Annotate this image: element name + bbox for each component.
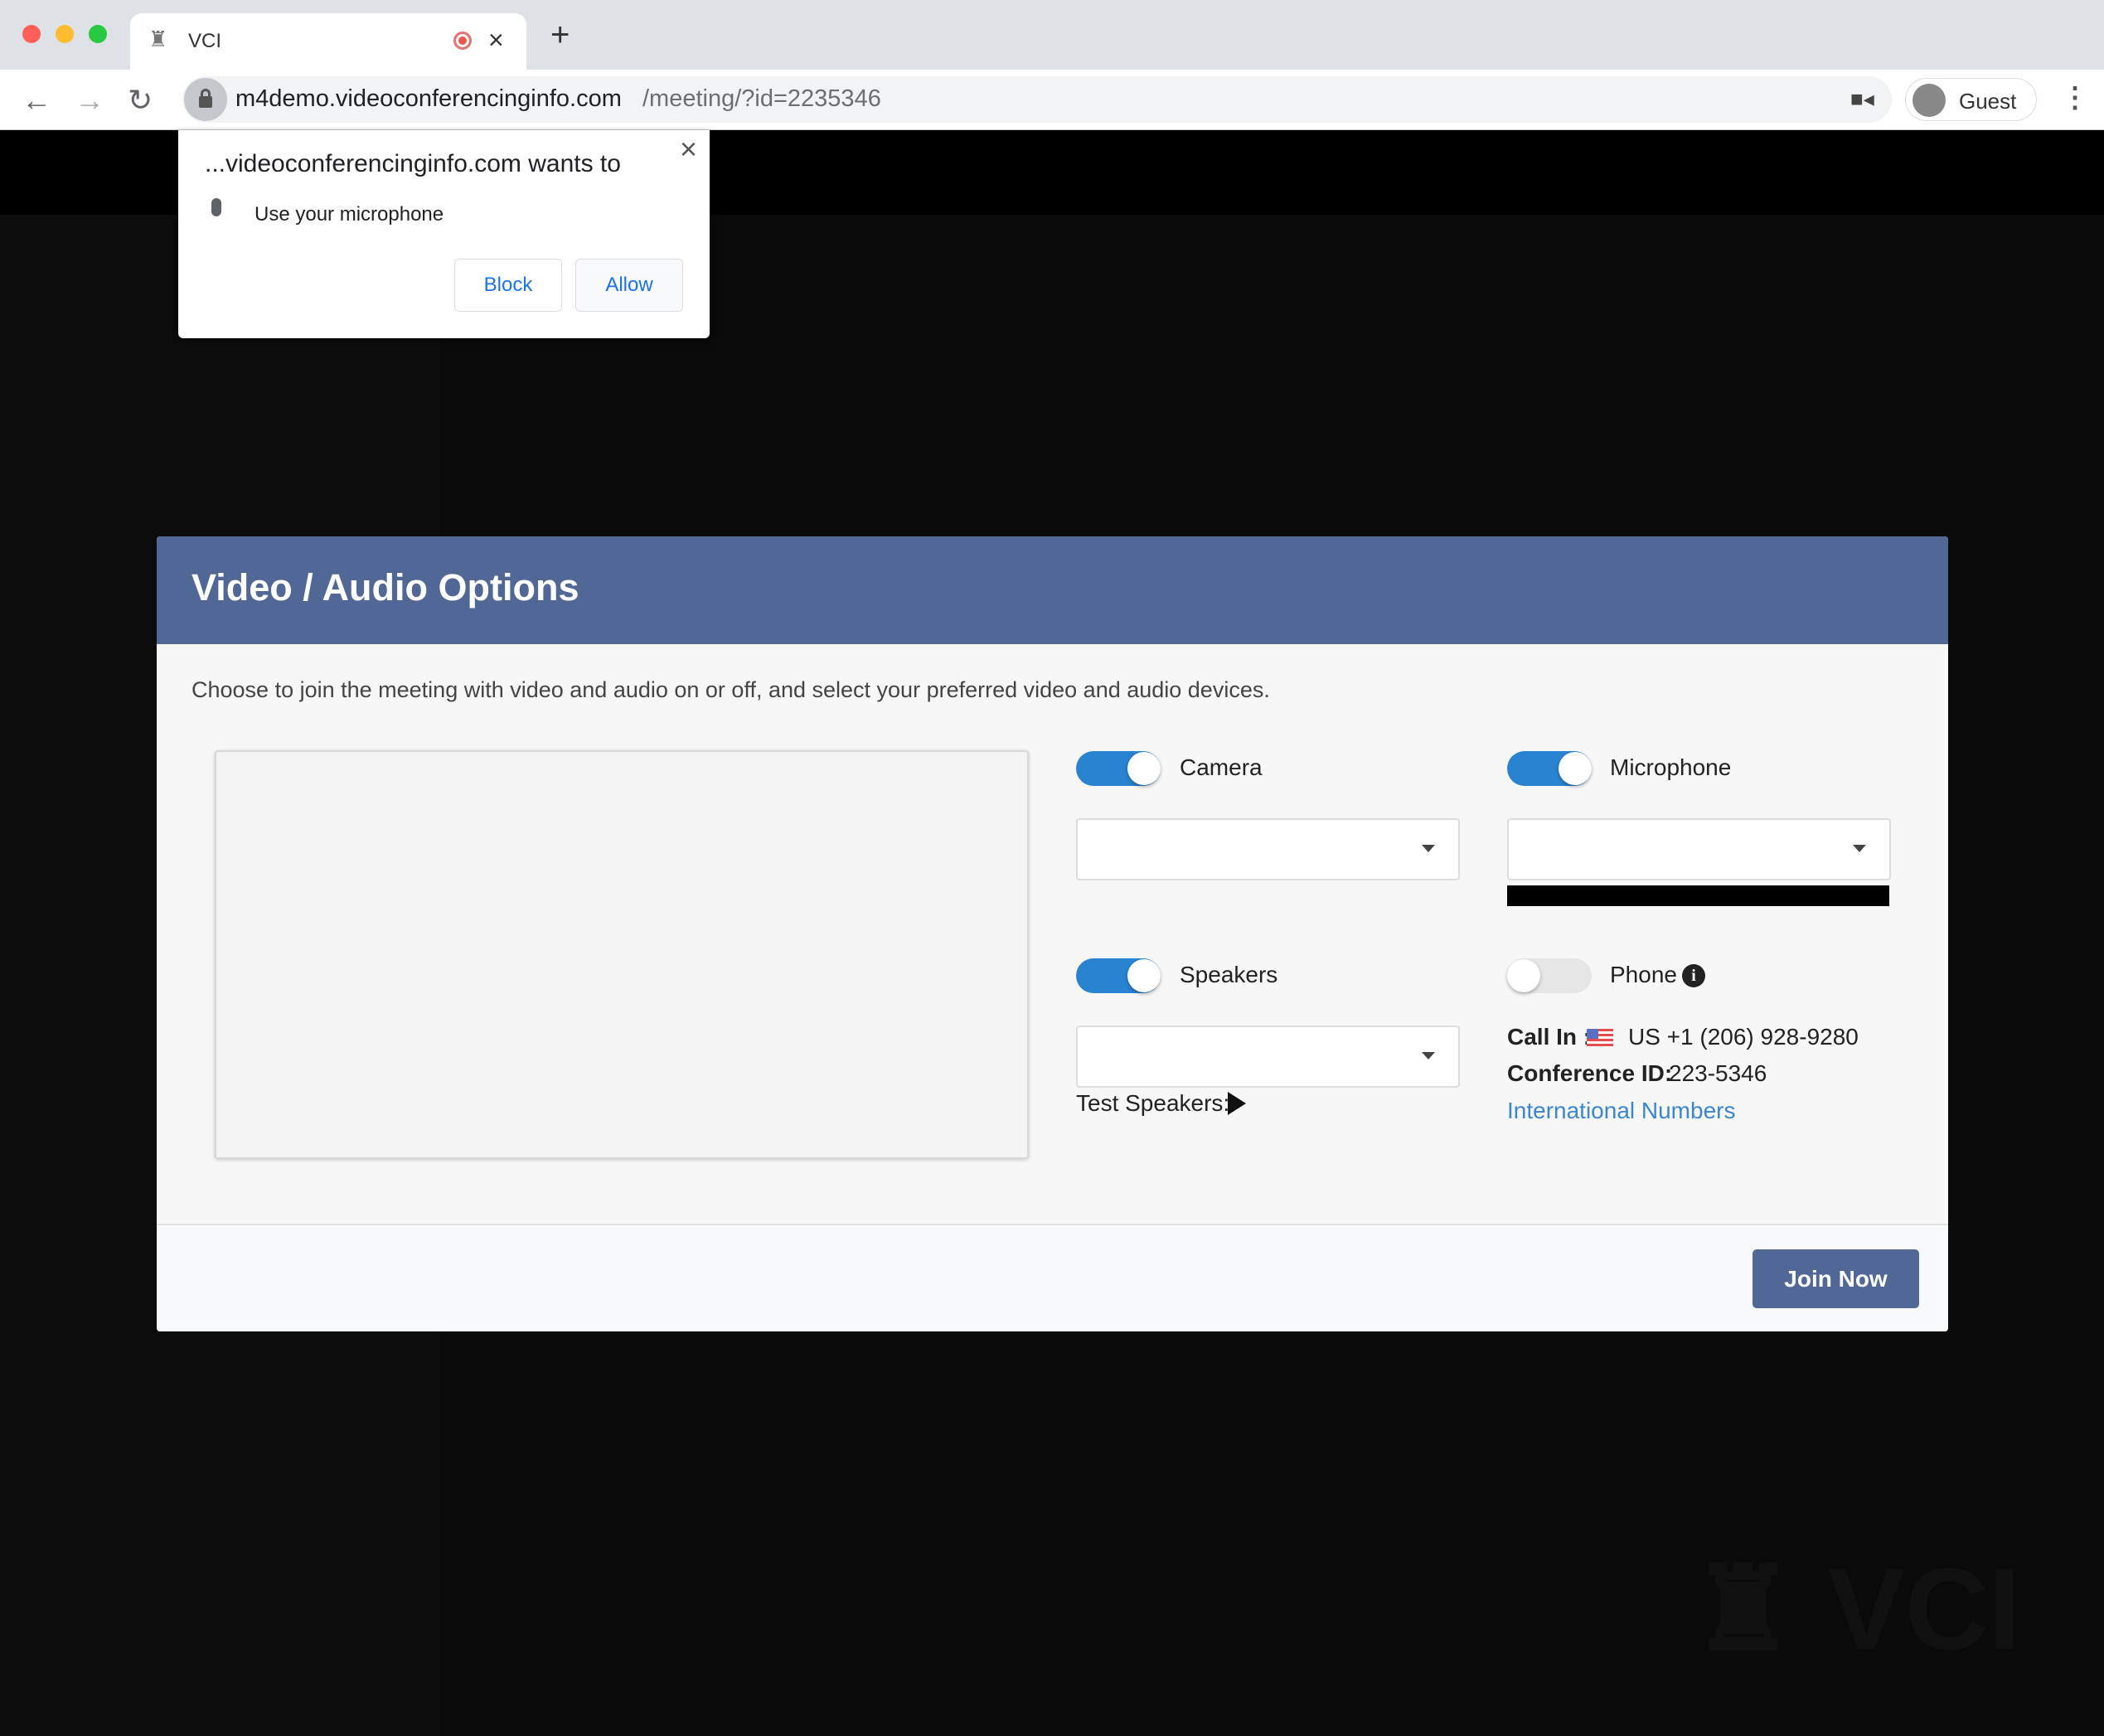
speakers-select[interactable]	[1076, 1026, 1460, 1088]
url-host: m4demo.videoconferencinginfo.com	[235, 85, 622, 112]
forward-icon[interactable]: →	[75, 83, 104, 118]
conference-id-label: Conference ID:	[1507, 1060, 1673, 1086]
camera-in-use-icon[interactable]: ■◂	[1850, 86, 1874, 112]
permission-request: Use your microphone	[255, 203, 444, 225]
info-icon[interactable]: i	[1682, 964, 1705, 987]
url-path: /meeting/?id=2235346	[642, 85, 881, 112]
window-minimize-button[interactable]	[56, 25, 74, 43]
chevron-down-icon	[1422, 1052, 1435, 1060]
browser-tab-bar: ♜ VCI × +	[0, 0, 2104, 70]
conference-id: 223-5346	[1669, 1060, 1767, 1086]
tab-title: VCI	[188, 30, 222, 52]
allow-button[interactable]: Allow	[575, 259, 683, 312]
permission-close-icon[interactable]: ×	[680, 132, 697, 167]
permission-prompt: ...videoconferencinginfo.com wants to × …	[178, 130, 710, 338]
microphone-icon	[211, 198, 221, 216]
chevron-down-icon	[1853, 845, 1866, 852]
window-close-button[interactable]	[22, 25, 41, 43]
phone-toggle[interactable]	[1507, 958, 1592, 993]
call-in-number: US +1 (206) 928-9280	[1628, 1024, 1859, 1050]
recording-indicator-icon	[453, 32, 472, 50]
reload-icon[interactable]: ↻	[128, 83, 153, 118]
permission-title: ...videoconferencinginfo.com wants to	[205, 150, 621, 177]
microphone-level-meter	[1507, 885, 1889, 906]
modal-description: Choose to join the meeting with video an…	[191, 677, 1270, 702]
camera-select[interactable]	[1076, 818, 1460, 880]
vci-favicon-icon: ♜	[148, 27, 168, 51]
new-tab-icon[interactable]: +	[550, 17, 570, 54]
call-in-label: Call In :	[1507, 1024, 1592, 1050]
microphone-label: Microphone	[1610, 754, 1732, 780]
microphone-select[interactable]	[1507, 818, 1891, 880]
speakers-label: Speakers	[1180, 962, 1278, 987]
test-speakers-label: Test Speakers:	[1076, 1090, 1230, 1116]
modal-header: Video / Audio Options	[157, 536, 1948, 644]
window-maximize-button[interactable]	[89, 25, 107, 43]
back-icon[interactable]: ←	[22, 83, 51, 118]
camera-label: Camera	[1180, 754, 1263, 780]
profile-label: Guest	[1959, 89, 2017, 114]
lock-icon[interactable]	[184, 78, 227, 121]
block-button[interactable]: Block	[454, 259, 562, 312]
browser-menu-icon[interactable]: ⋮	[2061, 81, 2089, 114]
modal-title: Video / Audio Options	[191, 566, 579, 609]
play-icon[interactable]	[1228, 1092, 1246, 1115]
phone-label: Phone	[1610, 962, 1677, 987]
video-audio-options-modal: Video / Audio Options Choose to join the…	[157, 536, 1948, 1331]
address-bar[interactable]: m4demo.videoconferencinginfo.com /meetin…	[182, 76, 1892, 123]
chevron-down-icon	[1422, 845, 1435, 852]
vci-watermark-logo: ♜ VCI	[1691, 1544, 2021, 1674]
camera-toggle[interactable]	[1076, 751, 1161, 786]
join-now-button[interactable]: Join Now	[1753, 1249, 1919, 1308]
browser-tab[interactable]: ♜ VCI ×	[130, 13, 526, 70]
profile-button[interactable]: Guest	[1905, 78, 2037, 121]
tab-close-icon[interactable]: ×	[488, 25, 504, 56]
speakers-toggle[interactable]	[1076, 958, 1161, 993]
avatar-icon	[1913, 84, 1946, 117]
microphone-toggle[interactable]	[1507, 751, 1592, 786]
international-numbers-link[interactable]: International Numbers	[1507, 1098, 1735, 1124]
video-preview	[215, 750, 1029, 1159]
modal-footer: Join Now	[157, 1224, 1948, 1331]
us-flag-icon	[1587, 1029, 1613, 1047]
